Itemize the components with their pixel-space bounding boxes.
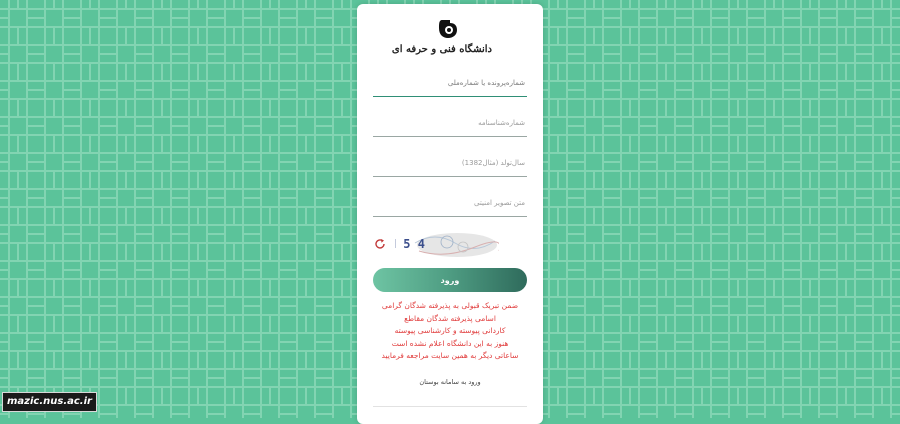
bustan-login-link[interactable]: ورود به سامانه بوستان (373, 378, 527, 386)
captcha-text: 4 5 H (395, 237, 425, 251)
notice-line: ضمن تبریک قبولی به پذیرفته شدگان گرامی (381, 301, 519, 310)
captcha-input[interactable] (373, 190, 527, 217)
refresh-icon[interactable] (373, 237, 387, 251)
notice-line: هنوز به این دانشگاه اعلام نشده است (391, 338, 509, 348)
notice-line: ساعاتی دیگر به همین سایت مراجعه فرمایید (381, 351, 519, 360)
captcha-field-wrap (373, 190, 527, 217)
id-number-input[interactable] (373, 110, 527, 137)
admission-notice: ضمن تبریک قبولی به پذیرفته شدگان گرامی ا… (365, 300, 535, 363)
birth-year-field-wrap (373, 150, 527, 177)
id-number-field-wrap (373, 110, 527, 137)
university-logo-icon (439, 20, 457, 38)
university-logo-text: دانشگاه فنی و حرفه ای (391, 44, 492, 55)
birth-year-input[interactable] (373, 150, 527, 177)
divider (373, 406, 527, 407)
captcha-image: 4 5 H (395, 233, 499, 257)
notice-line: کاردانی پیوسته و کارشناسی پیوسته (394, 326, 506, 335)
notice-line: اسامی پذیرفته شدگان مقاطع (404, 313, 496, 323)
login-button[interactable]: ورود (373, 268, 527, 292)
username-input[interactable] (373, 70, 527, 97)
site-watermark: mazic.nus.ac.ir (2, 392, 97, 412)
login-card: دانشگاه فنی و حرفه ای 4 5 H ورود ضمن تبر… (357, 4, 543, 424)
username-field-wrap (373, 70, 527, 97)
